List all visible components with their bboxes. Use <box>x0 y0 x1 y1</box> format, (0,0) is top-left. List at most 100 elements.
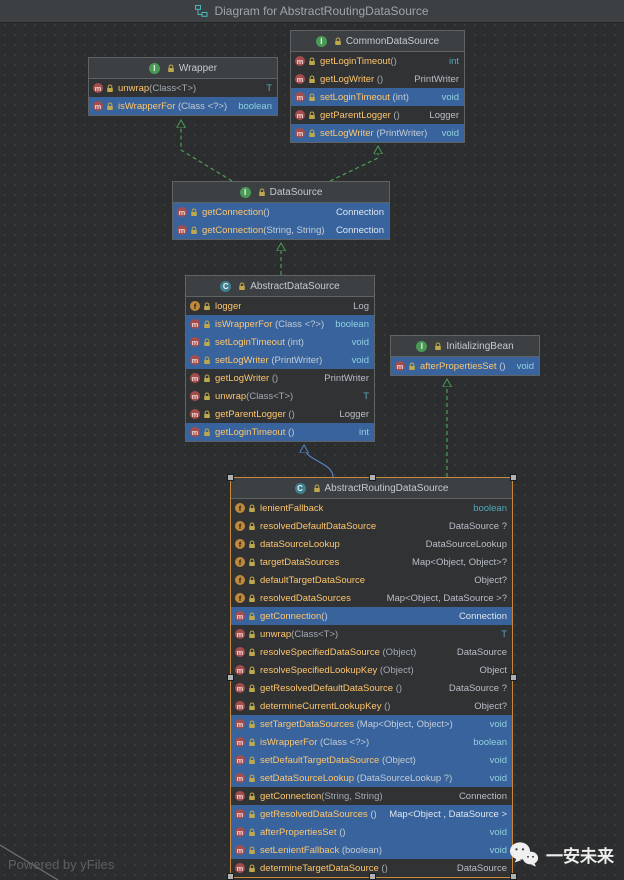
member-row-isWrapperFor[interactable]: m isWrapperFor (Class <?>) boolean <box>89 97 277 115</box>
member-signature: isWrapperFor (Class <?>) <box>215 318 325 330</box>
member-row-setLoginTimeout[interactable]: m setLoginTimeout (int) void <box>186 333 374 351</box>
selection-handle[interactable] <box>227 673 234 681</box>
member-row-unwrap[interactable]: m unwrap(Class<T>) T <box>231 625 512 643</box>
member-row-isWrapperFor[interactable]: m isWrapperFor (Class <?>) boolean <box>231 733 512 751</box>
member-row-setTargetDataSources[interactable]: m setTargetDataSources (Map<Object, Objec… <box>231 715 512 733</box>
member-row-afterPropertiesSet[interactable]: m afterPropertiesSet () void <box>231 823 512 841</box>
class-header-wrapper[interactable]: I Wrapper <box>89 58 277 79</box>
lock-icon <box>203 302 211 311</box>
lock-icon <box>248 702 256 711</box>
member-row-setLoginTimeout[interactable]: m setLoginTimeout (int) void <box>291 88 464 106</box>
member-row-unwrap[interactable]: m unwrap(Class<T>) T <box>186 387 374 405</box>
member-row-getParentLogger[interactable]: m getParentLogger () Logger <box>291 106 464 124</box>
member-signature: setLogWriter (PrintWriter) <box>320 127 428 139</box>
member-row-getParentLogger[interactable]: m getParentLogger () Logger <box>186 405 374 423</box>
member-row-getResolvedDefaultDataSource[interactable]: m getResolvedDefaultDataSource () DataSour… <box>231 679 512 697</box>
member-row-logger[interactable]: f logger Log <box>186 297 374 315</box>
selection-handle[interactable] <box>368 474 376 481</box>
class-header-initializing-bean[interactable]: I InitializingBean <box>391 336 539 357</box>
class-header-abstract-routing-data-source[interactable]: C AbstractRoutingDataSource <box>231 478 512 499</box>
member-row-getLoginTimeout[interactable]: m getLoginTimeout () int <box>186 423 374 441</box>
class-title: Wrapper <box>178 62 218 74</box>
member-signature: resolveSpecifiedDataSource (Object) <box>260 646 417 658</box>
class-header-common-data-source[interactable]: I CommonDataSource <box>291 31 464 52</box>
member-row-getConnection[interactable]: m getConnection(String, String) Connection <box>231 787 512 805</box>
selection-handle[interactable] <box>227 873 234 880</box>
member-row-setLogWriter[interactable]: m setLogWriter (PrintWriter) void <box>186 351 374 369</box>
method-icon: m <box>235 845 245 855</box>
member-return-type: DataSource <box>456 646 507 658</box>
lock-icon <box>248 576 256 585</box>
member-row-unwrap[interactable]: m unwrap(Class<T>) T <box>89 79 277 97</box>
member-row-dataSourceLookup[interactable]: f dataSourceLookup DataSourceLookup <box>231 535 512 553</box>
wechat-logo-icon <box>509 841 539 868</box>
member-row-getLogWriter[interactable]: m getLogWriter () PrintWriter <box>186 369 374 387</box>
method-icon: m <box>235 701 245 711</box>
class-common-data-source[interactable]: I CommonDataSource m getLoginTimeout() int m g… <box>290 30 465 143</box>
member-row-defaultTargetDataSource[interactable]: f defaultTargetDataSource Object? <box>231 571 512 589</box>
class-header-data-source[interactable]: I DataSource <box>173 182 389 203</box>
method-icon: m <box>235 791 245 801</box>
member-row-getConnection[interactable]: m getConnection() Connection <box>231 607 512 625</box>
member-row-setLogWriter[interactable]: m setLogWriter (PrintWriter) void <box>291 124 464 142</box>
method-icon: m <box>235 683 245 693</box>
lock-icon <box>248 522 256 531</box>
class-title: CommonDataSource <box>345 35 440 47</box>
member-return-type: void <box>441 91 459 103</box>
member-return-type: boolean <box>473 736 507 748</box>
method-icon: m <box>295 110 305 120</box>
member-row-resolvedDataSources[interactable]: f resolvedDataSources Map<Object, DataSour… <box>231 589 512 607</box>
selection-handle[interactable] <box>510 873 517 880</box>
member-signature: defaultTargetDataSource <box>260 574 366 586</box>
member-row-targetDataSources[interactable]: f targetDataSources Map<Object, Object>? <box>231 553 512 571</box>
member-signature: getLoginTimeout() <box>320 55 397 67</box>
member-signature: unwrap(Class<T>) <box>215 390 294 402</box>
selection-handle[interactable] <box>227 474 234 481</box>
member-row-getConnection[interactable]: m getConnection(String, String) Connection <box>173 221 389 239</box>
member-row-resolveSpecifiedLookupKey[interactable]: m resolveSpecifiedLookupKey (Object) Objec… <box>231 661 512 679</box>
member-signature: getLoginTimeout () <box>215 426 295 438</box>
member-return-type: Map<Object, DataSource >? <box>386 592 507 604</box>
method-icon: m <box>190 427 200 437</box>
class-data-source[interactable]: I DataSource m getConnection() Connection m ge… <box>172 181 390 240</box>
interface-icon: I <box>239 186 251 198</box>
member-row-afterPropertiesSet[interactable]: m afterPropertiesSet () void <box>391 357 539 375</box>
key-icon <box>434 342 442 351</box>
key-icon <box>258 188 266 197</box>
member-row-determineCurrentLookupKey[interactable]: m determineCurrentLookupKey () Object? <box>231 697 512 715</box>
class-header-abstract-data-source[interactable]: C AbstractDataSource <box>186 276 374 297</box>
class-initializing-bean[interactable]: I InitializingBean m afterPropertiesSet () v… <box>390 335 540 376</box>
class-wrapper[interactable]: I Wrapper m unwrap(Class<T>) Tm isWrapperFor … <box>88 57 278 116</box>
member-row-getResolvedDataSources[interactable]: m getResolvedDataSources () Map<Object , D… <box>231 805 512 823</box>
member-row-setLenientFallback[interactable]: m setLenientFallback (boolean) void <box>231 841 512 859</box>
member-row-isWrapperFor[interactable]: m isWrapperFor (Class <?>) boolean <box>186 315 374 333</box>
member-row-getLogWriter[interactable]: m getLogWriter () PrintWriter <box>291 70 464 88</box>
lock-icon <box>248 810 256 819</box>
lock-icon <box>248 630 256 639</box>
diagram-canvas[interactable]: I Wrapper m unwrap(Class<T>) Tm isWrapperFor … <box>0 0 624 880</box>
member-signature: setDataSourceLookup (DataSourceLookup ?) <box>260 772 453 784</box>
member-row-getConnection[interactable]: m getConnection() Connection <box>173 203 389 221</box>
class-abstract-routing-data-source[interactable]: C AbstractRoutingDataSource f lenientFallba… <box>227 474 517 880</box>
member-signature: setLenientFallback (boolean) <box>260 844 382 856</box>
class-title: AbstractDataSource <box>250 280 340 292</box>
member-row-lenientFallback[interactable]: f lenientFallback boolean <box>231 499 512 517</box>
brand-watermark: 一安未来 <box>509 841 614 868</box>
class-abstract-data-source[interactable]: C AbstractDataSource f logger Log m isWrapperF… <box>185 275 375 442</box>
method-icon: m <box>177 207 187 217</box>
member-row-setDefaultTargetDataSource[interactable]: m setDefaultTargetDataSource (Object) void <box>231 751 512 769</box>
method-icon: m <box>190 355 200 365</box>
member-row-getLoginTimeout[interactable]: m getLoginTimeout() int <box>291 52 464 70</box>
selection-handle[interactable] <box>510 474 517 481</box>
member-row-resolvedDefaultDataSource[interactable]: f resolvedDefaultDataSource DataSource ? <box>231 517 512 535</box>
field-icon: f <box>235 503 245 513</box>
member-row-resolveSpecifiedDataSource[interactable]: m resolveSpecifiedDataSource (Object) Data… <box>231 643 512 661</box>
selection-handle[interactable] <box>510 673 517 681</box>
selection-handle[interactable] <box>368 873 376 880</box>
member-signature: determineTargetDataSource () <box>260 862 388 874</box>
method-icon: m <box>235 827 245 837</box>
member-return-type: Connection <box>335 224 384 236</box>
member-signature: getParentLogger () <box>320 109 400 121</box>
member-row-setDataSourceLookup[interactable]: m setDataSourceLookup (DataSourceLookup ?… <box>231 769 512 787</box>
member-return-type: void <box>489 754 507 766</box>
